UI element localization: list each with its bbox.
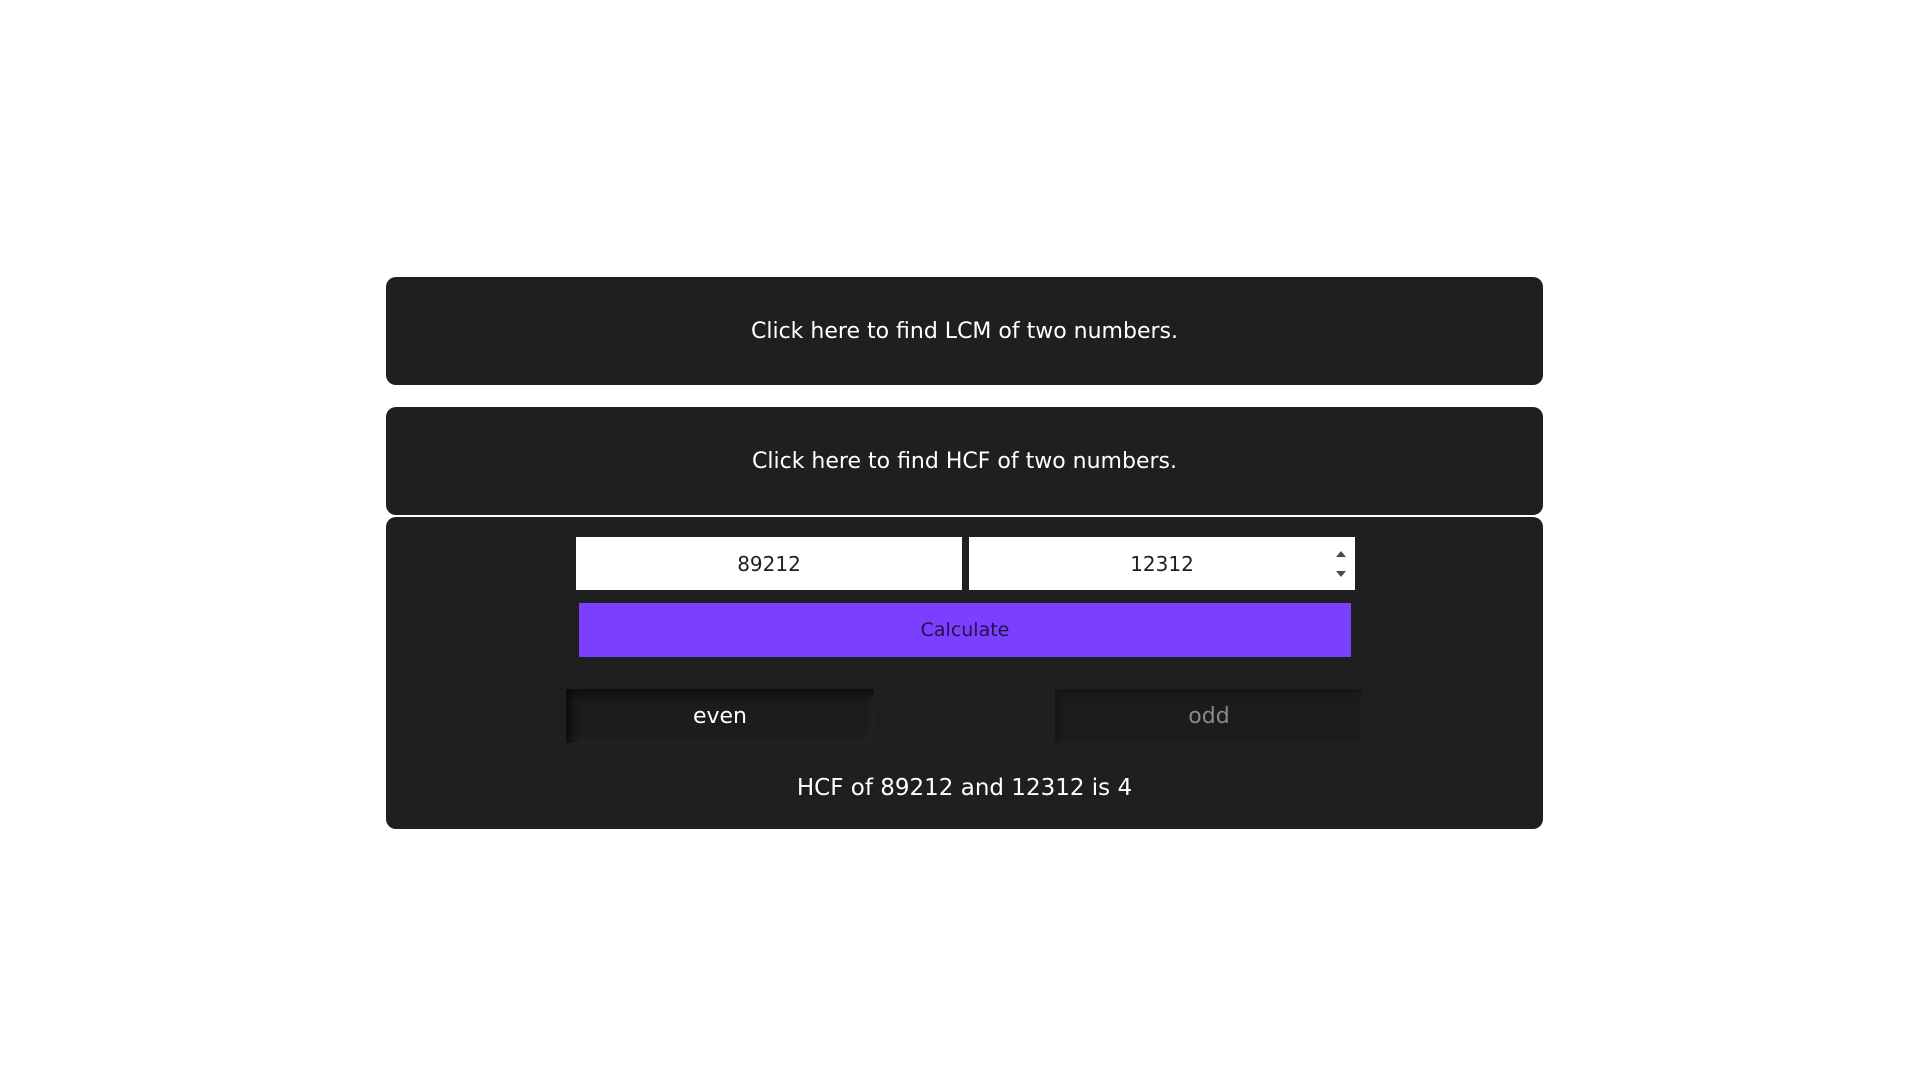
- lcm-toggle-bar[interactable]: Click here to find LCM of two numbers.: [386, 277, 1543, 385]
- lcm-bar-label: Click here to find LCM of two numbers.: [750, 318, 1178, 344]
- hcf-toggle-bar[interactable]: Click here to find HCF of two numbers.: [386, 407, 1543, 515]
- spinner-down-icon[interactable]: [1336, 571, 1346, 577]
- second-number-input[interactable]: [969, 537, 1355, 590]
- hcf-calculator-panel: Calculate even odd HCF of 89212 and 1231…: [386, 517, 1543, 829]
- second-number-wrapper: [969, 537, 1355, 590]
- number-inputs: [576, 537, 1355, 590]
- result-text: HCF of 89212 and 12312 is 4: [796, 775, 1133, 801]
- calculate-button[interactable]: Calculate: [579, 603, 1351, 657]
- calculator-container: Click here to find LCM of two numbers. C…: [386, 277, 1543, 829]
- even-option[interactable]: even: [566, 689, 874, 743]
- odd-label: odd: [1188, 703, 1230, 729]
- odd-option[interactable]: odd: [1055, 689, 1363, 743]
- first-number-wrapper: [576, 537, 962, 590]
- spinner-up-icon[interactable]: [1336, 551, 1346, 557]
- even-label: even: [692, 703, 748, 729]
- number-spinner[interactable]: [1335, 551, 1347, 577]
- hcf-bar-label: Click here to find HCF of two numbers.: [752, 448, 1177, 474]
- first-number-input[interactable]: [576, 537, 962, 590]
